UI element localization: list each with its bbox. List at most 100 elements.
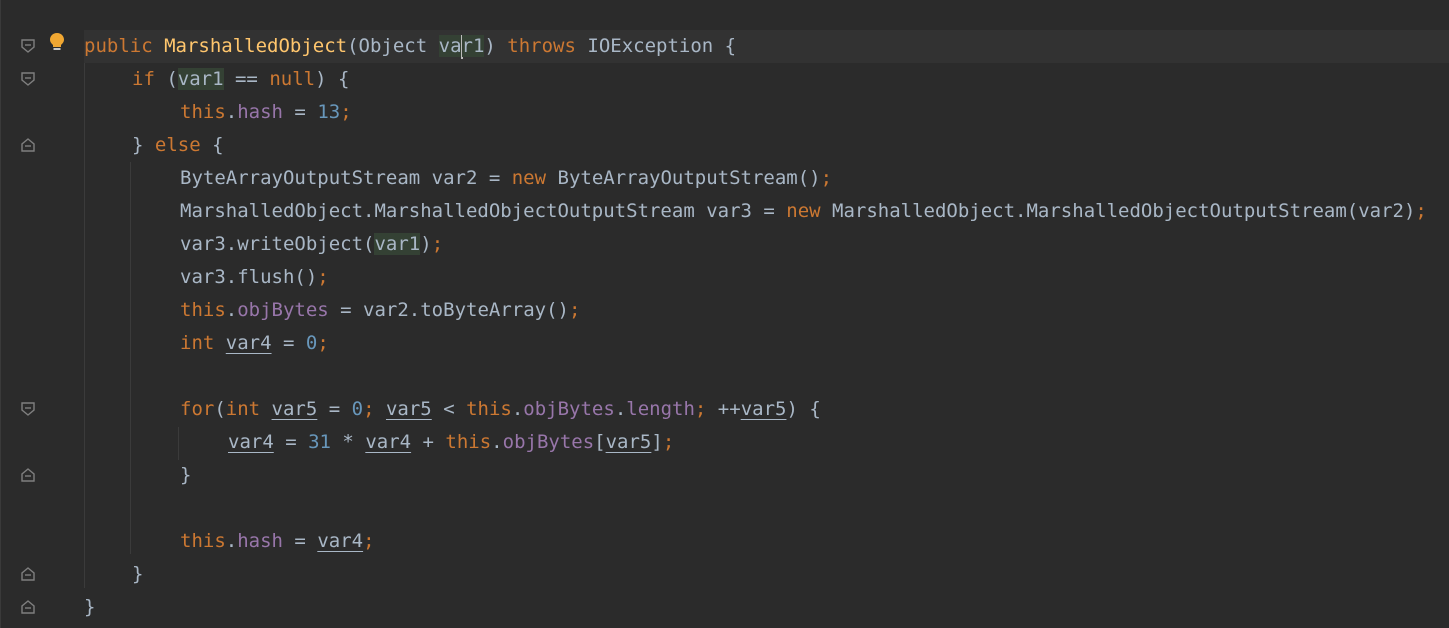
code-token: ( <box>166 68 178 90</box>
code-token: ; <box>820 167 833 189</box>
fold-marker-icon[interactable] <box>19 466 37 484</box>
code-token: var5 <box>385 398 432 420</box>
code-token: * <box>330 431 366 453</box>
intention-bulb-icon[interactable] <box>46 31 68 53</box>
code-line[interactable]: ByteArrayOutputStream var2 = new ByteArr… <box>180 162 832 195</box>
code-token: = <box>282 530 318 552</box>
code-line[interactable]: this.hash = 13; <box>180 96 352 129</box>
code-token: this <box>445 431 492 453</box>
indent-guide <box>84 63 85 588</box>
code-token: ) <box>484 35 508 57</box>
code-token: ; <box>568 299 581 321</box>
code-line[interactable]: public MarshalledObject(Object var1) thr… <box>84 30 736 63</box>
code-token: objBytes <box>237 299 329 321</box>
code-token: var3.writeObject( <box>180 233 375 255</box>
code-token: va <box>438 35 462 57</box>
code-line[interactable]: MarshalledObject.MarshalledObjectOutputS… <box>180 195 1427 228</box>
code-token: = <box>273 431 309 453</box>
code-line[interactable]: var3.flush(); <box>180 261 329 294</box>
code-line[interactable]: } <box>84 591 95 624</box>
code-token: new <box>511 167 558 189</box>
code-token: hash <box>237 101 283 123</box>
code-token: hash <box>237 530 283 552</box>
code-line[interactable]: var3.writeObject(var1); <box>180 228 443 261</box>
code-token: ; <box>340 101 352 123</box>
code-token: MarshalledObject.MarshalledObjectOutputS… <box>180 200 787 222</box>
code-token: MarshalledObject.MarshalledObjectOutputS… <box>832 200 1416 222</box>
code-token: 13 <box>317 101 341 123</box>
code-token: } <box>84 596 96 618</box>
code-token: . <box>225 530 238 552</box>
code-token: = <box>317 398 352 420</box>
code-line[interactable]: if (var1 == null) { <box>132 63 349 96</box>
code-token: . <box>614 398 627 420</box>
code-token: var3.flush() <box>180 266 318 288</box>
code-token: = var2.toByteArray() <box>328 299 569 321</box>
code-token: (Object <box>347 35 439 57</box>
code-token: var4 <box>365 431 412 453</box>
code-token: ; <box>694 398 718 420</box>
code-token: ; <box>662 431 675 453</box>
fold-marker-icon[interactable] <box>19 136 37 154</box>
code-line[interactable]: for(int var5 = 0; var5 < this.objBytes.l… <box>180 393 821 426</box>
code-token: length <box>626 398 695 420</box>
code-token: ; <box>363 530 375 552</box>
code-token: if <box>132 68 167 90</box>
code-token: objBytes <box>523 398 615 420</box>
code-token: . <box>225 299 238 321</box>
code-token: for <box>180 398 215 420</box>
code-token: . <box>491 431 503 453</box>
code-token: [ <box>594 431 606 453</box>
fold-marker-icon[interactable] <box>19 70 37 88</box>
code-token: IOException { <box>587 35 737 57</box>
code-token: { <box>212 134 224 156</box>
code-token: objBytes <box>502 431 595 453</box>
fold-marker-icon[interactable] <box>19 598 37 616</box>
code-token: = <box>271 332 306 354</box>
code-token: ( <box>214 398 226 420</box>
code-line[interactable]: int var4 = 0; <box>180 327 329 360</box>
code-token: throws <box>507 35 588 57</box>
code-token: 0 <box>305 332 318 354</box>
code-token: ) <box>420 233 432 255</box>
code-editor[interactable]: public MarshalledObject(Object var1) thr… <box>84 0 1449 628</box>
code-token: var1 <box>177 68 224 90</box>
code-token: } <box>132 134 155 156</box>
code-token: 31 <box>308 431 331 453</box>
code-token: var5 <box>271 398 318 420</box>
indent-guide <box>130 162 131 554</box>
code-token: var5 <box>740 398 787 420</box>
code-token: var4 <box>317 530 364 552</box>
code-token: int <box>225 398 272 420</box>
code-token: ; <box>431 233 444 255</box>
code-token: this <box>180 530 226 552</box>
code-token: . <box>511 398 524 420</box>
code-line[interactable]: this.hash = var4; <box>180 525 375 558</box>
gutter-border <box>0 0 1 628</box>
code-token: 0 <box>351 398 364 420</box>
fold-marker-icon[interactable] <box>19 400 37 418</box>
code-token: } <box>180 464 192 486</box>
code-line[interactable]: } else { <box>132 129 224 162</box>
code-token: var5 <box>605 431 652 453</box>
code-token: ByteArrayOutputStream() <box>557 167 821 189</box>
code-token: ; <box>317 266 329 288</box>
fold-marker-icon[interactable] <box>19 37 37 55</box>
code-line[interactable]: } <box>132 558 143 591</box>
code-token: = <box>282 101 318 123</box>
code-token: ; <box>1415 200 1427 222</box>
code-line[interactable]: this.objBytes = var2.toByteArray(); <box>180 294 580 327</box>
code-token: } <box>132 563 144 585</box>
code-token: this <box>180 101 226 123</box>
fold-marker-icon[interactable] <box>19 565 37 583</box>
code-token: public <box>84 35 165 57</box>
code-token: < <box>431 398 467 420</box>
code-token: + <box>411 431 446 453</box>
code-token: ) { <box>315 68 350 90</box>
code-token: else <box>154 134 213 156</box>
code-token: MarshalledObject <box>164 35 348 57</box>
code-line[interactable]: } <box>180 459 191 492</box>
code-token: ; <box>363 398 386 420</box>
code-line[interactable]: var4 = 31 * var4 + this.objBytes[var5]; <box>228 426 674 459</box>
code-token: var4 <box>225 332 272 354</box>
